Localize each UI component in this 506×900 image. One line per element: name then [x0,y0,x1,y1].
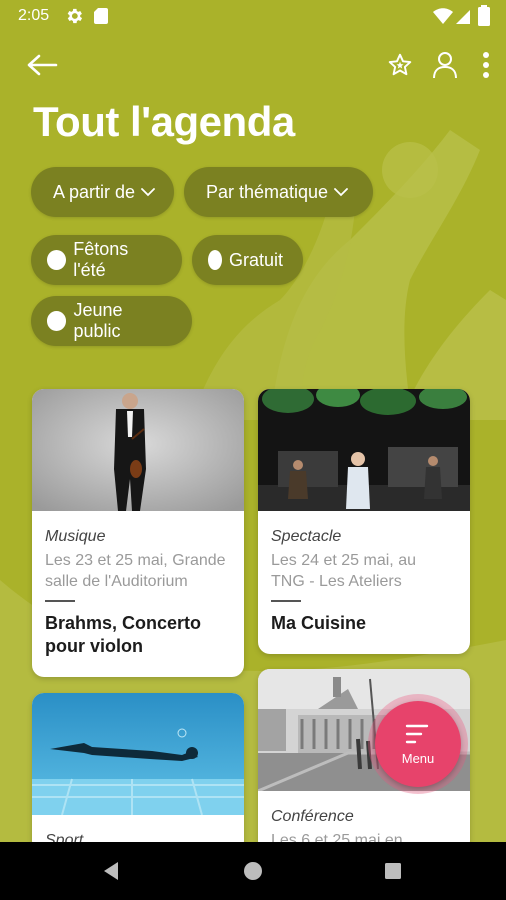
chevron-down-icon [141,188,155,197]
gear-icon [67,8,83,24]
chevron-down-icon [334,188,348,197]
page-title: Tout l'agenda [33,98,295,145]
violinist-photo [32,389,244,511]
battery-icon [478,5,490,26]
title-separator [271,600,301,602]
nav-back-icon[interactable] [92,852,130,890]
event-card[interactable]: Spectacle Les 24 et 25 mai, au TNG - Les… [258,389,470,654]
menu-button[interactable]: Menu [375,701,461,787]
event-details: Les 23 et 25 mai, Grande salle de l'Audi… [45,550,231,592]
freediver-photo [32,693,244,815]
wifi-icon [433,8,453,24]
event-details-line: Les 24 et 25 mai, au [271,552,416,569]
event-title-line: pour violon [45,636,143,656]
event-title-line: Brahms, Concerto [45,613,202,633]
stage-kitchen-photo [258,389,470,511]
theme-filter-dropdown[interactable]: Par thématique [184,167,373,217]
event-details-line: salle de l'Auditorium [45,573,188,590]
young-audience-filter-toggle[interactable]: Jeune public [31,296,192,346]
agenda-screen: 2:05 Tout l'agenda A partir de Par théma… [0,0,506,900]
status-bar: 2:05 [0,0,506,32]
event-details-line: TNG - Les Ateliers [271,573,402,590]
nav-home-icon[interactable] [234,852,272,890]
free-filter-label: Gratuit [228,249,283,270]
event-card[interactable]: Musique Les 23 et 25 mai, Grande salle d… [32,389,244,677]
summer-filter-toggle[interactable]: Fêtons l'été [31,235,182,285]
more-options-button[interactable] [466,45,506,85]
menu-button-label: Menu [401,750,435,766]
event-category: Conférence [271,808,354,825]
menu-icon [405,724,429,743]
theme-filter-label: Par thématique [206,181,329,202]
date-filter-dropdown[interactable]: A partir de [31,167,174,217]
free-filter-toggle[interactable]: Gratuit [192,235,303,285]
star-icon [388,53,412,76]
radio-circle-icon [47,311,67,331]
event-title: Brahms, Concerto pour violon [45,612,231,658]
event-details: Les 24 et 25 mai, au TNG - Les Ateliers [271,550,457,592]
sim-card-icon [94,8,108,24]
event-card[interactable]: Sport [32,693,244,853]
event-title-line: Ma Cuisine [271,613,367,633]
back-button[interactable] [22,45,62,85]
user-icon [433,52,457,79]
young-audience-filter-label: Jeune public [73,300,123,341]
title-separator [45,600,75,602]
event-category: Spectacle [271,528,342,545]
radio-circle-icon [208,250,222,270]
radio-circle-icon [47,250,67,270]
event-details-line: Les 23 et 25 mai, Grande [45,552,226,569]
account-button[interactable] [425,45,465,85]
event-category: Musique [45,528,106,545]
system-navigation-bar [0,842,506,900]
date-filter-label: A partir de [53,181,136,202]
more-vertical-icon [483,52,489,78]
nav-recents-icon[interactable] [374,852,412,890]
summer-filter-label: Fêtons l'été [73,239,129,280]
signal-icon [456,10,470,24]
favorite-button[interactable] [380,45,420,85]
arrow-left-icon [27,54,58,76]
event-title: Ma Cuisine [271,612,457,635]
status-time: 2:05 [18,7,50,24]
